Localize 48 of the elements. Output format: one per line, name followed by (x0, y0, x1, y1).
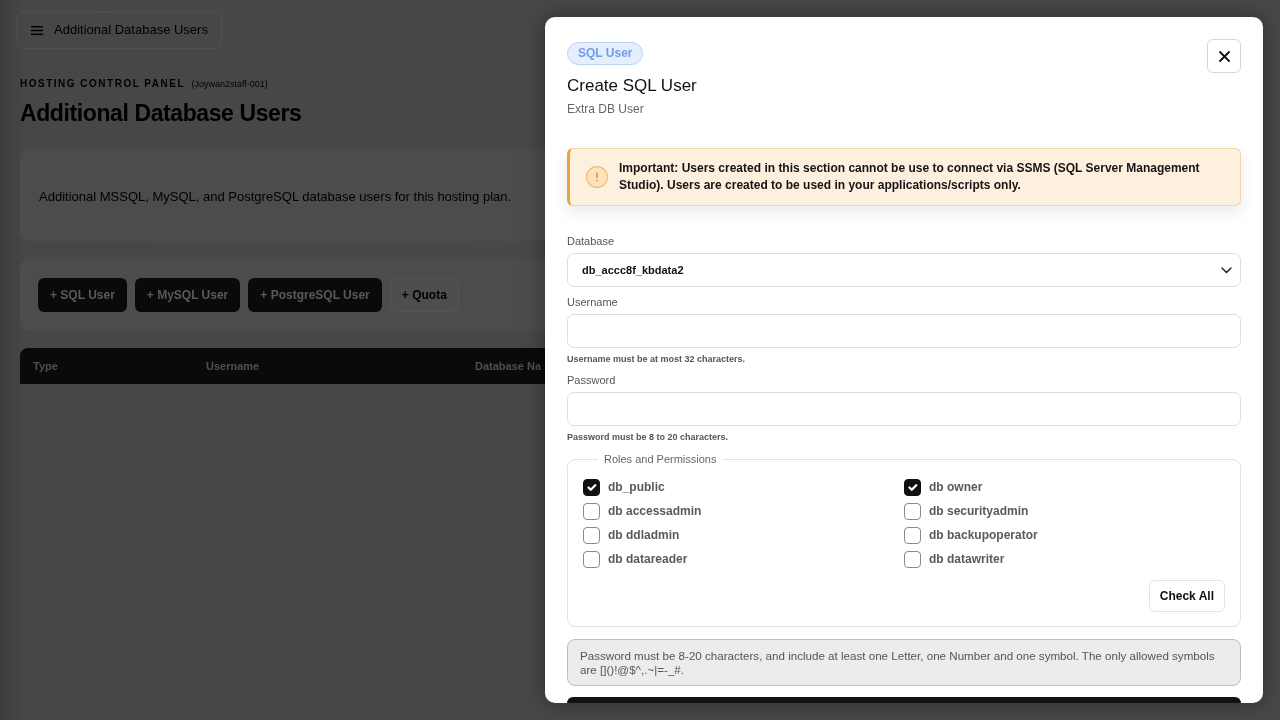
field-label: Database (567, 234, 615, 248)
role-label: db ddladmin (608, 527, 680, 544)
role-label: db owner (929, 479, 983, 496)
description-text: Additional MSSQL, MySQL, and PostgreSQL database users for this hosting plan. (39, 188, 512, 206)
add-button[interactable]: + SQL User (38, 278, 127, 312)
column-header: Database Na (475, 358, 542, 374)
page-heading: Additional Database Users (20, 99, 302, 128)
role-checkbox[interactable] (904, 478, 921, 496)
role-label: db_public (608, 479, 665, 496)
help-text: Username must be at most 32 characters. (567, 354, 746, 365)
close-button[interactable] (1207, 39, 1241, 73)
role-checkbox[interactable] (904, 526, 921, 544)
add-button[interactable]: + MySQL User (134, 278, 241, 312)
role-label: db securityadmin (929, 503, 1029, 520)
role-label: db accessadmin (608, 503, 702, 520)
add-button[interactable]: + PostgreSQL User (248, 278, 382, 312)
database-select[interactable]: db_accc8f_kbdata2 (567, 253, 1241, 287)
menu-icon[interactable] (31, 25, 43, 35)
role-checkbox[interactable] (583, 526, 600, 544)
role-label: db datareader (608, 551, 688, 568)
role-checkbox[interactable] (583, 478, 600, 496)
role-checkbox[interactable] (583, 502, 600, 520)
warning-text: Important: Users created in this section cannot be use to connect via SSMS (SQL Server Management Studio). Users are created to be used in your applications/scripts only. (619, 160, 1201, 194)
type-badge: SQL User (567, 42, 644, 65)
account-name: (Joywan2staff-001) (191, 79, 268, 89)
role-label: db datawriter (929, 551, 1005, 568)
check-all-button[interactable]: Check All (1148, 580, 1225, 612)
password-rules-note: Password must be 8-20 characters, and include at least one Letter, one Number and one symbol. The only allowed symbols are []()!@$^,.~|=-_#. (567, 639, 1241, 686)
role-checkbox[interactable] (904, 550, 921, 568)
role-checkbox[interactable] (583, 550, 600, 568)
add-button[interactable]: + Quota (389, 278, 459, 312)
column-header: Type (33, 358, 58, 374)
chevron-down-icon (1221, 266, 1232, 274)
close-icon (1218, 50, 1230, 62)
field-label: Username (567, 295, 618, 309)
section-eyebrow: HOSTING CONTROL PANEL (20, 78, 186, 89)
warning-icon (586, 166, 608, 188)
field-label: Password (567, 373, 616, 387)
role-checkbox[interactable] (904, 502, 921, 520)
username-input[interactable] (567, 314, 1241, 348)
page-title: Additional Database Users (54, 21, 208, 40)
role-label: db backupoperator (929, 527, 1038, 544)
modal-title: Create SQL User (567, 75, 697, 97)
help-text: Password must be 8 to 20 characters. (567, 432, 729, 443)
column-header: Username (206, 358, 260, 374)
modal-subtitle: Extra DB User (567, 101, 645, 118)
password-input[interactable] (567, 392, 1241, 426)
roles-legend: Roles and Permissions (598, 452, 723, 466)
